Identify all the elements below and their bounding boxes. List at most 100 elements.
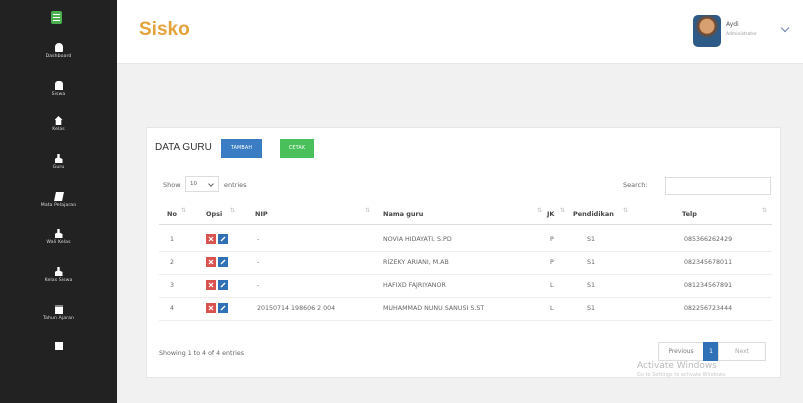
cell-pendidikan: S1: [587, 305, 596, 312]
sort-icon: ⇅: [230, 207, 236, 214]
entries-length-value: 10: [190, 181, 197, 187]
sidebar-item-label: Wali Kelas: [46, 240, 71, 245]
cell-telp: 085366262429: [684, 236, 733, 243]
sort-icon: ⇅: [560, 207, 566, 214]
calendar-icon: [54, 305, 63, 314]
row-divider: [159, 297, 772, 298]
tambah-button[interactable]: TAMBAH: [221, 139, 262, 158]
sidebar-item-label: Mata Pelajaran: [40, 203, 77, 208]
row-divider: [159, 274, 772, 275]
sidebar-item-wali-kelas[interactable]: Wali Kelas: [0, 229, 117, 245]
dashboard-icon: [54, 43, 63, 52]
sort-icon: ⇅: [365, 207, 371, 214]
sidebar: Dashboard Siswa Kelas Guru Mata Pelajara…: [0, 0, 117, 403]
cell-telp: 082345678011: [684, 259, 733, 266]
cell-telp: 081234567891: [684, 282, 733, 289]
delete-button[interactable]: [206, 257, 216, 267]
column-header-no[interactable]: No ⇅: [167, 207, 186, 218]
edit-button[interactable]: [218, 280, 228, 290]
column-header-label: Nama guru: [383, 210, 424, 218]
user-icon: [54, 154, 63, 163]
column-header-opsi[interactable]: Opsi ⇅: [206, 207, 235, 218]
row-divider: [159, 251, 772, 252]
cell-no: 2: [170, 259, 175, 266]
table-info: Showing 1 to 4 of 4 entries: [159, 350, 244, 357]
previous-page-button[interactable]: Previous: [658, 342, 704, 361]
chevron-down-icon[interactable]: [780, 23, 790, 33]
sidebar-item-label: Kelas Siswa: [44, 278, 73, 283]
cell-nip: 20150714 198606 2 004: [257, 305, 336, 312]
user-icon: [54, 267, 63, 276]
sidebar-item-kelas-siswa[interactable]: Kelas Siswa: [0, 267, 117, 283]
column-header-label: Telp: [682, 210, 697, 218]
delete-button[interactable]: [206, 303, 216, 313]
cetak-button[interactable]: CETAK: [280, 139, 314, 158]
more-icon: [54, 342, 63, 350]
sidebar-item-kelas[interactable]: Kelas: [0, 116, 117, 132]
sidebar-item-more[interactable]: [0, 342, 117, 350]
delete-button[interactable]: [206, 234, 216, 244]
column-header-nama-guru[interactable]: Nama guru ⇅: [383, 207, 542, 218]
cell-jk: P: [550, 236, 554, 243]
user-name[interactable]: Aydi: [726, 21, 739, 28]
brand-logo[interactable]: Sisko: [139, 19, 190, 41]
column-header-label: NIP: [255, 210, 268, 218]
cell-telp: 082256723444: [684, 305, 733, 312]
entries-label: entries: [224, 181, 247, 189]
user-role: Administrator: [726, 32, 757, 37]
data-guru-card: DATA GURU TAMBAH CETAK Show 10 entries S…: [146, 127, 781, 378]
sidebar-item-guru[interactable]: Guru: [0, 154, 117, 170]
watermark-title: Activate Windows: [637, 361, 717, 371]
sort-icon: ⇅: [623, 207, 629, 214]
sidebar-item-siswa[interactable]: Siswa: [0, 81, 117, 97]
top-bar: Sisko Aydi Administrator: [117, 0, 803, 64]
cell-nip: -: [257, 236, 260, 243]
delete-button[interactable]: [206, 280, 216, 290]
cell-pendidikan: S1: [587, 259, 596, 266]
cell-no: 3: [170, 282, 175, 289]
book-icon: [53, 192, 64, 201]
sidebar-item-label: Guru: [52, 165, 65, 170]
next-page-button[interactable]: Next: [718, 342, 766, 361]
cell-jk: L: [550, 305, 554, 312]
users-icon: [54, 81, 63, 90]
cell-jk: L: [550, 282, 554, 289]
cell-nama-guru: NOVIA HIDAYATI, S.PD: [383, 236, 452, 243]
column-header-label: Opsi: [206, 210, 223, 218]
avatar[interactable]: [693, 15, 721, 47]
cell-no: 1: [170, 236, 175, 243]
cell-no: 4: [170, 305, 175, 312]
user-icon: [54, 229, 63, 238]
edit-button[interactable]: [218, 234, 228, 244]
column-header-nip[interactable]: NIP ⇅: [255, 207, 370, 218]
sidebar-item-tahun-ajaran[interactable]: Tahun Ajaran: [0, 305, 117, 321]
sidebar-item-mata-pelajaran[interactable]: Mata Pelajaran: [0, 192, 117, 208]
cell-nama-guru: RIZEKY ARIANI, M.AB: [383, 259, 449, 266]
column-header-label: JK: [547, 210, 555, 218]
cell-nama-guru: MUHAMMAD NUNU SANUSI S.ST: [383, 305, 485, 312]
cell-nip: -: [257, 282, 260, 289]
row-divider: [159, 320, 772, 321]
column-header-label: No: [167, 210, 177, 218]
entries-length-select[interactable]: 10: [185, 176, 219, 192]
sort-icon: ⇅: [537, 207, 543, 214]
sidebar-item-label: Tahun Ajaran: [42, 316, 75, 321]
column-header-jk[interactable]: JK ⇅: [547, 207, 565, 218]
cell-nip: -: [257, 259, 260, 266]
activate-windows-watermark: Activate Windows Go to Settings to activ…: [637, 361, 727, 378]
edit-button[interactable]: [218, 257, 228, 267]
table-header-divider: [159, 224, 772, 225]
sort-icon: ⇅: [181, 207, 187, 214]
page-1-button[interactable]: 1: [703, 342, 719, 361]
edit-button[interactable]: [218, 303, 228, 313]
column-header-pendidikan[interactable]: Pendidikan ⇅: [573, 207, 628, 218]
column-header-label: Pendidikan: [573, 210, 614, 218]
search-label: Search:: [623, 181, 648, 189]
menu-toggle-icon[interactable]: [51, 11, 62, 24]
show-label: Show: [163, 181, 181, 189]
search-input[interactable]: [665, 177, 771, 195]
cell-pendidikan: S1: [587, 236, 596, 243]
cell-jk: P: [550, 259, 554, 266]
sidebar-item-dashboard[interactable]: Dashboard: [0, 43, 117, 59]
column-header-telp[interactable]: Telp ⇅: [682, 207, 767, 218]
